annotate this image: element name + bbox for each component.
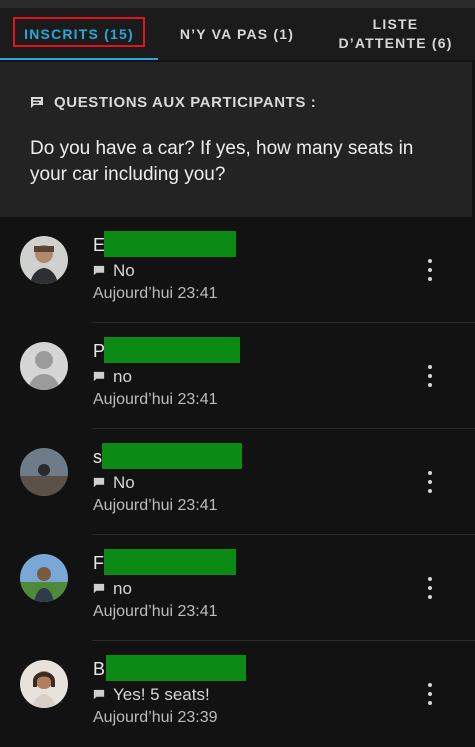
attendee-answer: No: [93, 261, 135, 281]
tab-inscrits[interactable]: INSCRITS (15): [0, 8, 158, 60]
answer-text: No: [113, 261, 135, 280]
attendee-answer: No: [93, 473, 135, 493]
comment-icon: [93, 689, 105, 700]
more-vertical-icon[interactable]: [420, 577, 440, 599]
redaction-box: [104, 549, 236, 575]
tab-liste-attente[interactable]: LISTE D’ATTENTE (6): [316, 8, 475, 60]
avatar[interactable]: [20, 342, 68, 390]
highlight-box: [13, 17, 145, 47]
attendee-initial: B: [93, 659, 106, 679]
attendee-row[interactable]: F no Aujourd’hui 23:41: [0, 535, 475, 641]
comment-icon: [93, 583, 105, 594]
avatar[interactable]: [20, 448, 68, 496]
tab-liste-attente-line2: D’ATTENTE (6): [338, 35, 453, 51]
attendee-answer: no: [93, 367, 132, 387]
attendee-initial: F: [93, 553, 104, 573]
attendee-row[interactable]: P no Aujourd’hui 23:41: [0, 323, 475, 429]
answer-text: No: [113, 473, 135, 492]
avatar[interactable]: [20, 236, 68, 284]
comment-icon: [93, 265, 105, 276]
attendee-row[interactable]: s No Aujourd’hui 23:41: [0, 429, 475, 535]
more-vertical-icon[interactable]: [420, 365, 440, 387]
more-vertical-icon[interactable]: [420, 683, 440, 705]
answer-time: Aujourd’hui 23:41: [93, 285, 218, 302]
comment-icon: [31, 96, 43, 108]
answer-text: Yes! 5 seats!: [113, 685, 210, 704]
question-text: Do you have a car? If yes, how many seat…: [30, 138, 414, 185]
more-vertical-icon[interactable]: [420, 259, 440, 281]
tab-bar: INSCRITS (15) N’Y VA PAS (1) LISTE D’ATT…: [0, 8, 475, 60]
comment-icon: [93, 477, 105, 488]
answer-time: Aujourd’hui 23:41: [93, 391, 218, 408]
avatar[interactable]: [20, 660, 68, 708]
attendee-row[interactable]: B Yes! 5 seats! Aujourd’hui 23:39: [0, 641, 475, 747]
attendee-row[interactable]: E No Aujourd’hui 23:41: [0, 217, 475, 323]
questions-title: QUESTIONS AUX PARTICIPANTS :: [54, 94, 317, 111]
comment-icon: [93, 371, 105, 382]
tab-ny-va-pas-label: N’Y VA PAS (1): [179, 26, 295, 42]
tab-liste-attente-line1: LISTE: [372, 16, 419, 32]
answer-time: Aujourd’hui 23:41: [93, 497, 218, 514]
answer-text: no: [113, 367, 132, 386]
attendee-answer: Yes! 5 seats!: [93, 685, 210, 705]
redaction-box: [106, 655, 246, 681]
tab-liste-attente-label: LISTE D’ATTENTE (6): [338, 15, 452, 53]
active-tab-underline: [0, 58, 158, 60]
answer-time: Aujourd’hui 23:41: [93, 603, 218, 620]
redaction-box: [104, 231, 236, 257]
questions-panel: QUESTIONS AUX PARTICIPANTS : Do you have…: [0, 62, 472, 217]
avatar[interactable]: [20, 554, 68, 602]
redaction-box: [104, 337, 240, 363]
attendee-initial: s: [93, 447, 102, 467]
attendee-list: E No Aujourd’hui 23:41 P no Aujourd’hui …: [0, 217, 475, 747]
more-vertical-icon[interactable]: [420, 471, 440, 493]
answer-time: Aujourd’hui 23:39: [93, 709, 218, 726]
answer-text: no: [113, 579, 132, 598]
tab-ny-va-pas[interactable]: N’Y VA PAS (1): [158, 8, 316, 60]
attendee-answer: no: [93, 579, 132, 599]
redaction-box: [102, 443, 242, 469]
questions-header: QUESTIONS AUX PARTICIPANTS :: [30, 94, 316, 111]
top-strip: [0, 0, 475, 8]
